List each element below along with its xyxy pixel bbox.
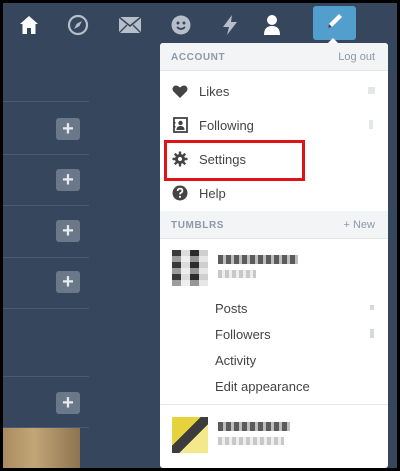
new-blog-link[interactable]: + New (344, 219, 376, 231)
account-header-label: ACCOUNT (171, 52, 226, 63)
dashboard-divider (3, 376, 89, 377)
avatar (172, 417, 208, 453)
menu-item-help[interactable]: Help (160, 176, 388, 210)
account-section-header: ACCOUNT Log out (160, 43, 388, 71)
menu-item-label: Likes (199, 84, 230, 99)
dashboard-divider (3, 308, 89, 309)
add-button[interactable]: + (56, 220, 80, 242)
heart-icon (171, 82, 189, 100)
settings-highlight-box (164, 140, 305, 181)
blog-name-redacted (218, 255, 298, 264)
blog-link-label: Followers (215, 327, 271, 342)
blog-separator (160, 404, 388, 405)
blog-title-redacted (218, 437, 284, 445)
tumblrs-header-label: TUMBLRS (171, 220, 225, 231)
add-button[interactable]: + (56, 392, 80, 414)
dashboard-divider (3, 154, 89, 155)
blog-title-redacted (218, 270, 256, 278)
blog-row-primary[interactable] (160, 242, 388, 296)
menu-item-label: Following (199, 118, 254, 133)
account-person-icon[interactable] (257, 10, 287, 40)
count-marker (368, 87, 375, 94)
blog-link-followers[interactable]: Followers (160, 322, 388, 348)
blog-link-posts[interactable]: Posts (160, 296, 388, 322)
logout-link[interactable]: Log out (338, 51, 375, 63)
help-icon (171, 184, 189, 202)
add-button[interactable]: + (56, 118, 80, 140)
activity-lightning-icon[interactable] (215, 10, 245, 40)
blog-link-label: Posts (215, 301, 248, 316)
add-button[interactable]: + (56, 169, 80, 191)
post-thumbnail[interactable] (3, 428, 80, 468)
dashboard-divider (3, 101, 89, 102)
menu-item-likes[interactable]: Likes (160, 74, 388, 108)
blog-link-activity[interactable]: Activity (160, 348, 388, 374)
add-button[interactable]: + (56, 271, 80, 293)
count-marker (370, 305, 374, 310)
messaging-face-icon[interactable] (166, 10, 196, 40)
menu-item-label: Help (199, 186, 226, 201)
dashboard-divider (3, 257, 89, 258)
count-marker (370, 329, 374, 338)
home-icon[interactable] (14, 10, 44, 40)
blog-link-label: Edit appearance (215, 379, 310, 394)
blog-name-redacted (218, 422, 290, 431)
menu-item-following[interactable]: Following (160, 108, 388, 142)
blog-link-label: Activity (215, 353, 257, 368)
dashboard-divider (3, 205, 89, 206)
tumblrs-section-header: TUMBLRS + New (160, 211, 388, 239)
pencil-icon (325, 11, 345, 36)
count-marker (369, 120, 373, 129)
inbox-envelope-icon[interactable] (115, 10, 145, 40)
blog-link-edit-appearance[interactable]: Edit appearance (160, 374, 388, 400)
tumblr-window: + + + + + ACCOUNT Log out Likes Followin… (3, 3, 397, 468)
explore-compass-icon[interactable] (63, 10, 93, 40)
avatar (172, 250, 208, 286)
following-badge-icon (171, 116, 189, 134)
blog-row-secondary[interactable] (160, 409, 388, 463)
account-dropdown: ACCOUNT Log out Likes Following Settings… (160, 43, 388, 468)
compose-button[interactable] (313, 6, 356, 40)
